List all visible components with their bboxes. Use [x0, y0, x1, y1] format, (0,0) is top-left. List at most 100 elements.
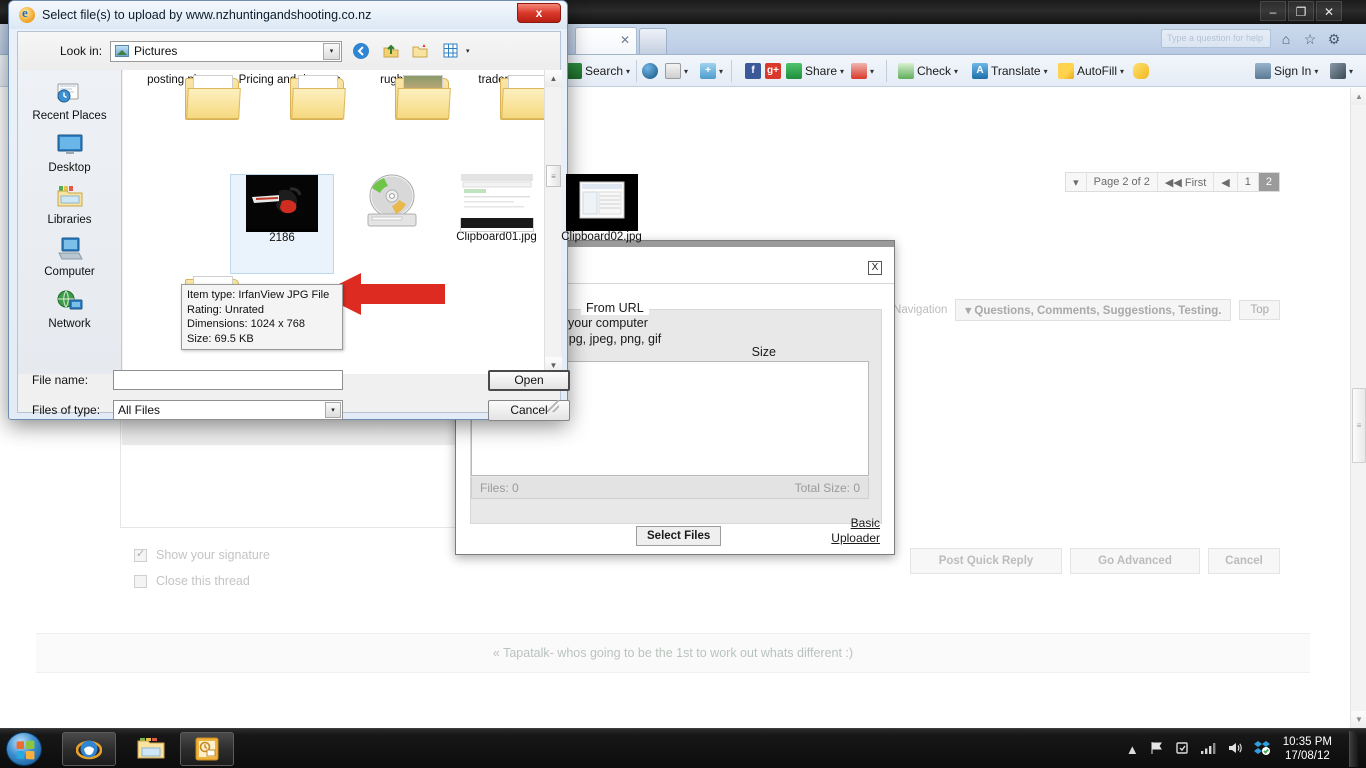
file-item-clipboard02[interactable]: Clipboard02.jpg	[549, 174, 654, 244]
place-computer[interactable]: Computer	[18, 236, 121, 278]
views-chevron-down-icon[interactable]: ▾	[466, 47, 470, 55]
browser-tab[interactable]: ✕	[575, 27, 637, 54]
file-item-disc[interactable]	[339, 174, 444, 237]
scroll-down-icon[interactable]: ▼	[1351, 711, 1366, 728]
toolbar-highlighter-button[interactable]	[1133, 55, 1149, 87]
chevron-down-icon[interactable]: ▾	[325, 402, 341, 418]
taskbar-internet-explorer-button[interactable]	[62, 732, 116, 766]
back-icon[interactable]	[350, 40, 372, 62]
scroll-up-icon[interactable]: ▲	[545, 70, 562, 87]
views-icon[interactable]	[440, 40, 462, 62]
chevron-down-icon[interactable]: ▾	[719, 67, 723, 76]
internet-explorer-icon	[76, 740, 102, 760]
close-icon[interactable]: X	[868, 261, 882, 275]
file-dialog-close-button[interactable]: x	[517, 3, 561, 23]
window-minimize-button[interactable]: –	[1260, 1, 1286, 21]
clock[interactable]: 10:35 PM 17/08/12	[1281, 735, 1338, 763]
toolbar-share-button[interactable]: Share ▾	[786, 55, 844, 87]
pagination-page-2[interactable]: 2	[1258, 173, 1279, 191]
file-item-trademe[interactable]: trademe	[447, 74, 556, 120]
home-icon[interactable]: ⌂	[1274, 28, 1298, 50]
file-item-posting-photos[interactable]: posting photos	[132, 74, 241, 120]
tab-from-url[interactable]: From URL	[581, 301, 649, 315]
post-quick-reply-button[interactable]: Post Quick Reply	[910, 548, 1062, 574]
toolbar-facebook-button[interactable]: f	[745, 55, 761, 87]
checkbox-close-thread[interactable]	[134, 574, 147, 588]
show-desktop-button[interactable]	[1349, 731, 1358, 767]
chevron-down-icon[interactable]: ▾	[684, 67, 688, 76]
start-button[interactable]	[6, 732, 42, 766]
toolbar-googleplus-button[interactable]: g+	[765, 55, 781, 87]
quick-navigation-select[interactable]: ▾ Questions, Comments, Suggestions, Test…	[955, 299, 1232, 321]
network-signal-icon[interactable]	[1200, 741, 1216, 758]
pagination-page-1[interactable]: 1	[1238, 173, 1259, 191]
toolbar-search-button[interactable]: Search ▾	[566, 55, 630, 87]
toolbar-add-button[interactable]: + ▾	[700, 55, 723, 87]
place-libraries[interactable]: Libraries	[18, 184, 121, 226]
place-recent-places[interactable]: Recent Places	[18, 80, 121, 122]
place-network[interactable]: Network	[18, 288, 121, 330]
checkbox-show-signature[interactable]	[134, 547, 147, 562]
pagination-first[interactable]: ◀◀ First	[1158, 173, 1215, 191]
page-scrollbar[interactable]: ▲ ≡ ▼	[1350, 88, 1366, 728]
action-center-icon[interactable]	[1175, 741, 1189, 758]
taskbar-outlook-button[interactable]	[180, 732, 234, 766]
file-item-clipboard01[interactable]: Clipboard01.jpg	[444, 174, 549, 244]
chevron-down-icon[interactable]: ▾	[626, 67, 630, 76]
chevron-down-icon[interactable]: ▾	[1044, 67, 1048, 76]
option-show-signature[interactable]: Show your signature	[134, 547, 270, 562]
show-hidden-icons-button[interactable]: ▲	[1126, 742, 1139, 757]
quick-reply-actions: Post Quick Reply Go Advanced Cancel	[910, 548, 1280, 574]
file-dialog-footer: File name: Files of type: All Files ▾ Op…	[18, 370, 570, 421]
scrollbar-thumb[interactable]: ≡	[546, 165, 561, 187]
pagination-caret[interactable]: ▾	[1066, 173, 1087, 191]
toolbar-autofill-button[interactable]: AutoFill ▾	[1058, 55, 1124, 87]
file-name-input[interactable]	[113, 370, 343, 390]
files-of-type-select[interactable]: All Files ▾	[113, 400, 343, 420]
select-files-button[interactable]: Select Files	[636, 526, 722, 546]
flag-icon[interactable]	[1150, 741, 1164, 758]
file-item-pricing-and-data-etc[interactable]: Pricing and data etc	[237, 74, 346, 120]
chevron-down-icon[interactable]: ▾	[1349, 67, 1353, 76]
ie-help-search-input[interactable]: Type a question for help	[1161, 29, 1271, 48]
new-tab-button[interactable]	[639, 28, 667, 54]
chevron-down-icon[interactable]: ▾	[954, 67, 958, 76]
file-item-rugby[interactable]: rugby	[342, 74, 451, 120]
basic-uploader-link[interactable]: Basic Uploader	[831, 516, 880, 546]
toolbar-news-button[interactable]: ▾	[665, 55, 688, 87]
taskbar-windows-explorer-button[interactable]	[124, 732, 178, 766]
file-item-2186[interactable]: 2186	[230, 174, 334, 274]
chevron-down-icon[interactable]: ▾	[870, 67, 874, 76]
resize-grip[interactable]	[547, 400, 559, 412]
chevron-down-icon[interactable]: ▾	[840, 67, 844, 76]
place-desktop[interactable]: Desktop	[18, 132, 121, 174]
window-maximize-button[interactable]: ❐	[1288, 1, 1314, 21]
toolbar-signin-button[interactable]: Sign In ▾	[1255, 55, 1318, 87]
cancel-button[interactable]: Cancel	[1208, 548, 1280, 574]
chevron-down-icon[interactable]: ▾	[1120, 67, 1124, 76]
look-in-combobox[interactable]: Pictures ▾	[110, 40, 343, 62]
pagination-prev[interactable]: ◀	[1214, 173, 1238, 191]
gear-icon[interactable]: ⚙	[1322, 28, 1346, 50]
toolbar-translate-button[interactable]: A Translate ▾	[972, 55, 1048, 87]
favorites-star-icon[interactable]: ☆	[1298, 28, 1322, 50]
window-close-button[interactable]: ✕	[1316, 1, 1342, 21]
volume-icon[interactable]	[1227, 741, 1243, 758]
toolbar-settings-button[interactable]: ▾	[1330, 55, 1353, 87]
chevron-down-icon[interactable]: ▾	[323, 42, 341, 60]
chevron-down-icon[interactable]: ▾	[1314, 67, 1318, 76]
toolbar-adblock-button[interactable]: ▾	[851, 55, 874, 87]
dropbox-icon[interactable]	[1253, 740, 1270, 758]
file-list-scrollbar[interactable]: ▲ ≡ ▼	[544, 70, 562, 374]
toolbar-globe-button[interactable]	[642, 55, 658, 87]
go-advanced-button[interactable]: Go Advanced	[1070, 548, 1200, 574]
scroll-up-icon[interactable]: ▲	[1351, 88, 1366, 105]
tab-close-icon[interactable]: ✕	[620, 33, 630, 47]
open-button[interactable]: Open	[488, 370, 570, 391]
toolbar-spellcheck-button[interactable]: Check ▾	[898, 55, 958, 87]
go-to-top-button[interactable]: Top	[1239, 300, 1280, 320]
option-close-thread[interactable]: Close this thread	[134, 574, 270, 588]
up-folder-icon[interactable]	[380, 40, 402, 62]
new-folder-icon[interactable]	[410, 40, 432, 62]
scrollbar-thumb[interactable]: ≡	[1352, 388, 1366, 463]
